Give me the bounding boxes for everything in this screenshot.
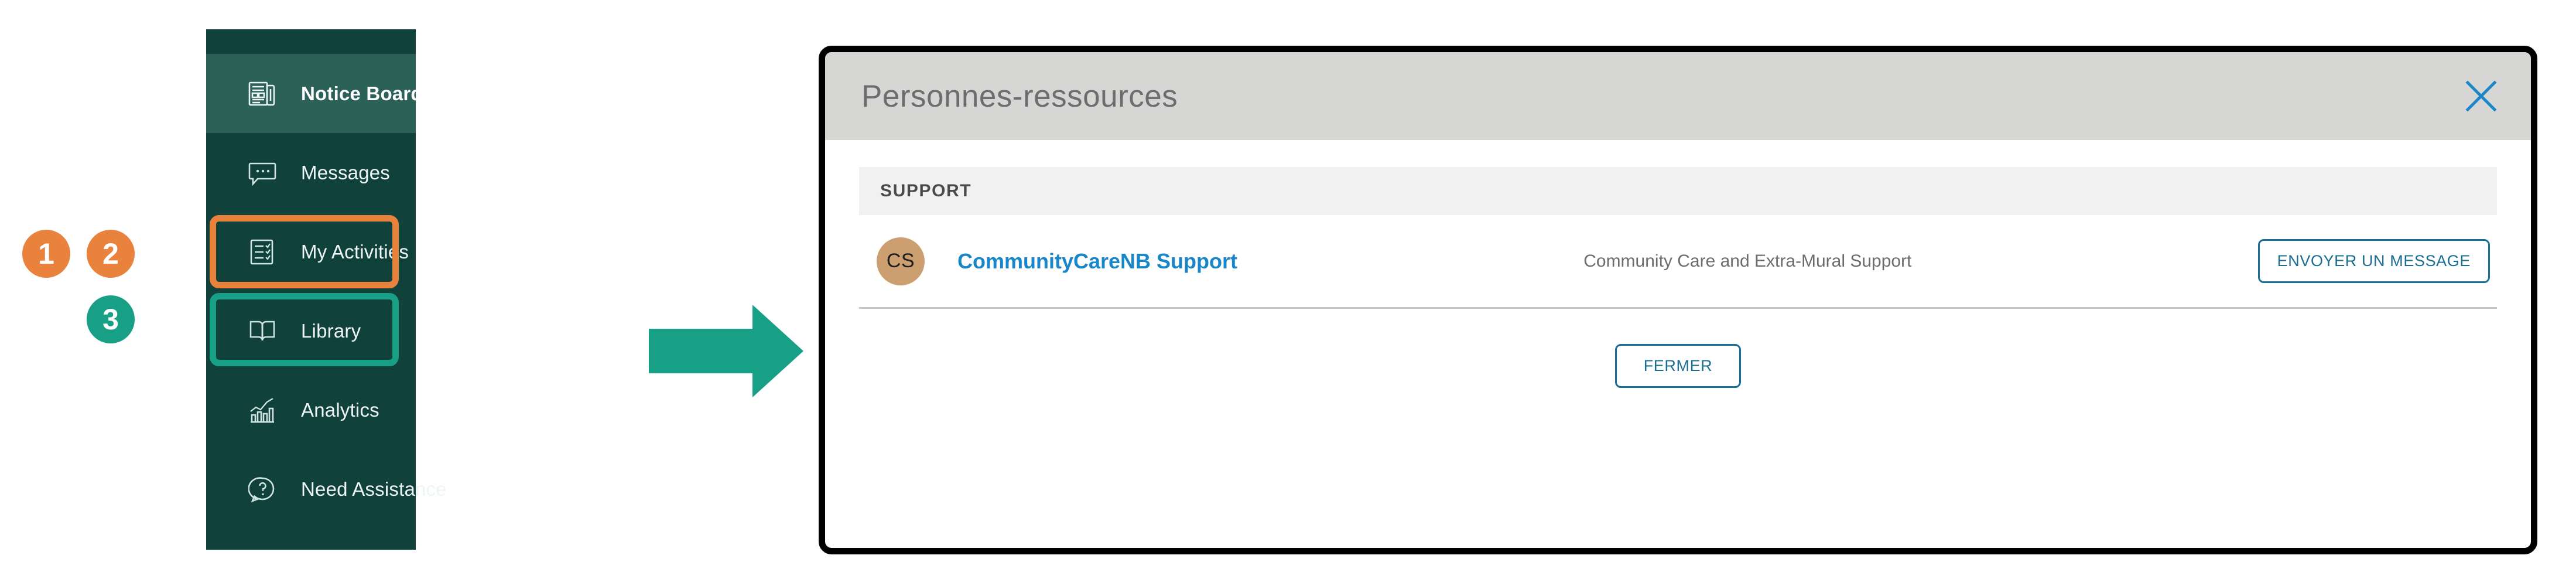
modal-footer: FERMER [859, 309, 2497, 388]
modal-body: SUPPORT CS CommunityCareNB Support Commu… [825, 140, 2531, 388]
sidebar-item-notice-board[interactable]: Notice Board [206, 54, 423, 133]
sidebar-item-label: Notice Board [301, 82, 423, 104]
close-modal-button[interactable]: FERMER [1614, 344, 1742, 388]
open-book-icon [246, 314, 280, 348]
close-x-icon[interactable] [2458, 73, 2504, 119]
sidebar-item-need-assistance[interactable]: Need Assistance [206, 449, 447, 529]
step-badge-2-label: 2 [102, 237, 119, 270]
section-title: SUPPORT [880, 181, 972, 200]
chat-bubble-icon [246, 156, 280, 190]
sidebar-item-label: Need Assistance [301, 478, 447, 500]
modal-header: Personnes-ressources [825, 52, 2531, 140]
avatar-initials: CS [886, 250, 915, 272]
question-help-icon [246, 472, 280, 506]
newspaper-icon [246, 77, 280, 111]
arrow-right-icon [644, 301, 808, 401]
step-badge-3-label: 3 [102, 303, 119, 336]
sidebar-item-messages[interactable]: Messages [206, 133, 416, 212]
sidebar-item-my-activities[interactable]: My Activities [206, 212, 416, 291]
contacts-modal-dialog: Personnes-ressources SUPPORT CS Communit… [819, 46, 2537, 554]
sidebar-item-label: Analytics [301, 399, 379, 421]
step-badge-1: 1 [22, 230, 70, 278]
bar-chart-icon [246, 393, 280, 427]
checklist-icon [246, 235, 280, 269]
contact-name-link[interactable]: CommunityCareNB Support [957, 249, 1237, 274]
sidebar-navigation: Notice Board Messages My Activities Libr… [206, 29, 447, 550]
section-header-support: SUPPORT [859, 167, 2497, 215]
contact-description: Community Care and Extra-Mural Support [1583, 251, 1912, 271]
sidebar-item-label: My Activities [301, 240, 409, 263]
avatar: CS [877, 237, 925, 285]
sidebar-item-library[interactable]: Library [206, 291, 416, 370]
step-badge-2: 2 [87, 230, 135, 278]
sidebar-item-label: Messages [301, 161, 391, 183]
step-badge-3: 3 [87, 295, 135, 343]
send-message-button[interactable]: ENVOYER UN MESSAGE [2257, 239, 2490, 283]
step-badge-1-label: 1 [38, 237, 54, 270]
sidebar-item-label: Library [301, 319, 361, 342]
modal-title: Personnes-ressources [861, 79, 1178, 114]
sidebar-item-analytics[interactable]: Analytics [206, 370, 416, 449]
contact-list-row: CS CommunityCareNB Support Community Car… [859, 215, 2497, 309]
